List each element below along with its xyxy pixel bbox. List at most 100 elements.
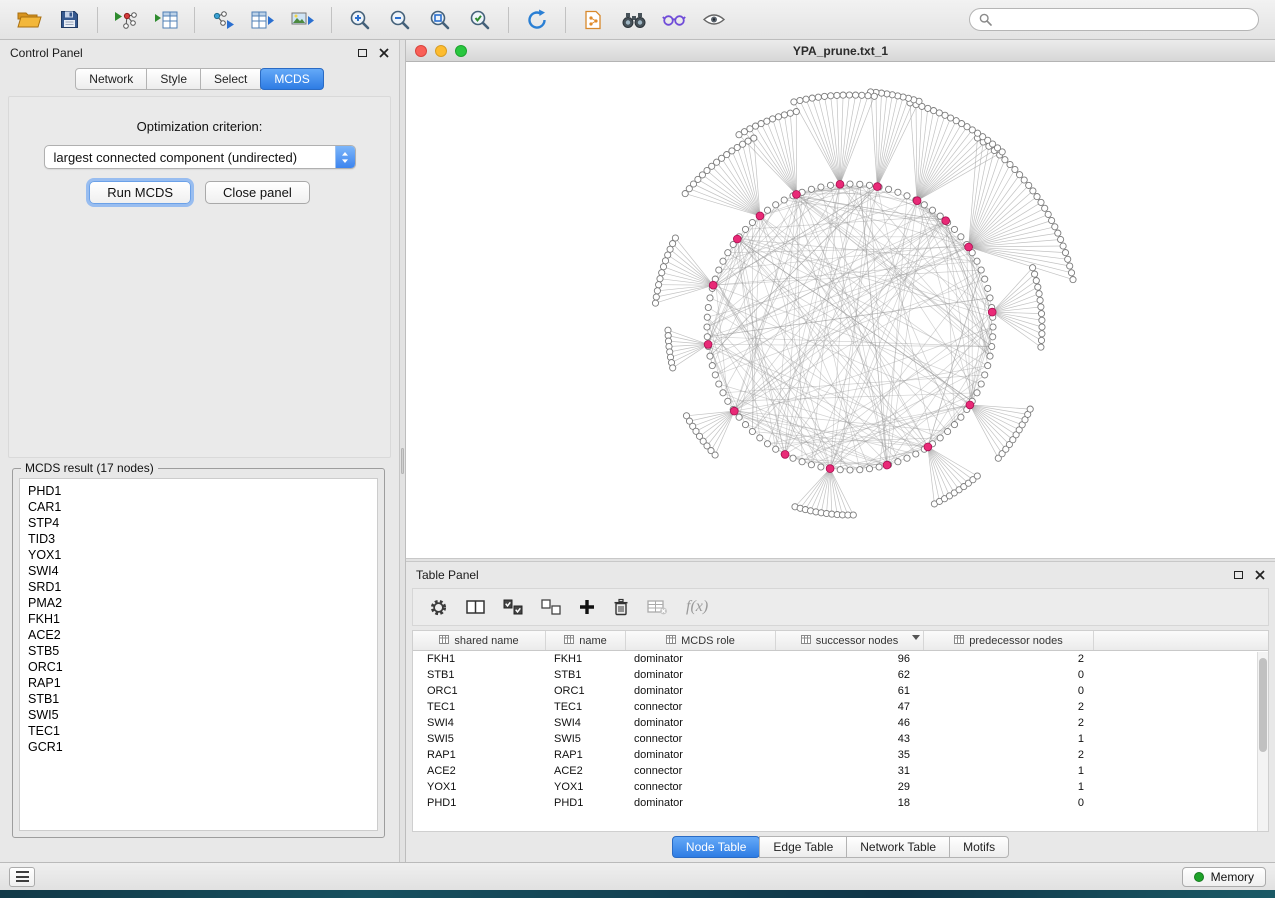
column-label: shared name	[454, 635, 518, 647]
show-columns-button[interactable]	[466, 593, 485, 621]
glasses-icon	[662, 12, 686, 27]
table-row[interactable]: PHD1PHD1dominator180	[413, 795, 1268, 811]
table-panel-title: Table Panel	[416, 568, 479, 582]
search-network-button[interactable]	[615, 4, 653, 36]
task-history-button[interactable]	[9, 867, 35, 887]
float-table-panel-icon[interactable]	[1234, 571, 1243, 579]
table-cell: 61	[776, 685, 924, 697]
mcds-result-item[interactable]: PMA2	[20, 595, 377, 611]
table-row[interactable]: STB1STB1dominator620	[413, 667, 1268, 683]
delete-column-button[interactable]	[613, 593, 629, 621]
network-canvas[interactable]	[406, 62, 1275, 558]
tab-mcds[interactable]: MCDS	[260, 68, 323, 90]
table-row[interactable]: SWI5SWI5connector431	[413, 731, 1268, 747]
maximize-window-icon[interactable]	[455, 45, 467, 57]
close-table-panel-icon[interactable]	[1255, 570, 1265, 580]
table-row[interactable]: ACE2ACE2connector311	[413, 763, 1268, 779]
sort-menu-icon[interactable]	[912, 635, 920, 640]
tab-style[interactable]: Style	[146, 68, 201, 90]
save-session-button[interactable]	[50, 4, 88, 36]
table-scrollbar[interactable]	[1257, 652, 1268, 831]
open-session-button[interactable]	[10, 4, 48, 36]
dropdown-arrows-icon	[335, 146, 355, 168]
control-panel: Control Panel NetworkStyleSelectMCDS Opt…	[0, 40, 400, 862]
toolbar-separator	[194, 7, 195, 33]
column-header-successor-nodes[interactable]: successor nodes	[776, 631, 924, 650]
column-settings-button[interactable]	[429, 593, 448, 621]
tab-network[interactable]: Network	[75, 68, 147, 90]
zoom-selected-button[interactable]	[461, 4, 499, 36]
share-document-button[interactable]	[575, 4, 613, 36]
mcds-result-item[interactable]: STB5	[20, 643, 377, 659]
tab-select[interactable]: Select	[200, 68, 261, 90]
column-header-name[interactable]: name	[546, 631, 626, 650]
column-header-mcds-role[interactable]: MCDS role	[626, 631, 776, 650]
mcds-result-item[interactable]: ACE2	[20, 627, 377, 643]
refresh-layout-button[interactable]	[518, 4, 556, 36]
mcds-result-item[interactable]: SRD1	[20, 579, 377, 595]
minimize-window-icon[interactable]	[435, 45, 447, 57]
select-all-columns-button[interactable]	[503, 593, 523, 621]
mcds-result-item[interactable]: STB1	[20, 691, 377, 707]
status-bar: Memory	[0, 862, 1275, 890]
create-column-button[interactable]	[579, 593, 595, 621]
zoom-fit-button[interactable]	[421, 4, 459, 36]
import-network-button[interactable]	[107, 4, 145, 36]
mcds-result-item[interactable]: SWI4	[20, 563, 377, 579]
close-panel-icon[interactable]	[379, 48, 389, 58]
mcds-result-item[interactable]: YOX1	[20, 547, 377, 563]
mcds-result-item[interactable]: GCR1	[20, 739, 377, 755]
table-row[interactable]: SWI4SWI4dominator462	[413, 715, 1268, 731]
tab-motifs[interactable]: Motifs	[949, 836, 1009, 858]
mcds-result-item[interactable]: TEC1	[20, 723, 377, 739]
column-header-predecessor-nodes[interactable]: predecessor nodes	[924, 631, 1094, 650]
export-network-button[interactable]	[204, 4, 242, 36]
show-details-button[interactable]	[695, 4, 733, 36]
table-cell: FKH1	[546, 653, 626, 665]
mcds-result-item[interactable]: FKH1	[20, 611, 377, 627]
mcds-result-item[interactable]: RAP1	[20, 675, 377, 691]
run-mcds-button[interactable]: Run MCDS	[89, 181, 191, 204]
mcds-result-item[interactable]: TID3	[20, 531, 377, 547]
criterion-dropdown[interactable]: largest connected component (undirected)	[44, 145, 356, 169]
delete-table-button[interactable]	[647, 593, 668, 621]
import-table-button[interactable]	[147, 4, 185, 36]
tab-edge-table[interactable]: Edge Table	[759, 836, 847, 858]
table-row[interactable]: RAP1RAP1dominator352	[413, 747, 1268, 763]
zoom-in-button[interactable]	[341, 4, 379, 36]
mcds-result-item[interactable]: CAR1	[20, 499, 377, 515]
mcds-result-item[interactable]: STP4	[20, 515, 377, 531]
table-scrollbar-thumb[interactable]	[1259, 658, 1267, 752]
search-icon	[979, 13, 992, 26]
search-box[interactable]	[969, 8, 1259, 31]
close-mcds-panel-button[interactable]: Close panel	[205, 181, 310, 204]
mcds-result-item[interactable]: ORC1	[20, 659, 377, 675]
mcds-result-list[interactable]: PHD1CAR1STP4TID3YOX1SWI4SRD1PMA2FKH1ACE2…	[19, 478, 378, 831]
table-row[interactable]: YOX1YOX1connector291	[413, 779, 1268, 795]
tab-network-table[interactable]: Network Table	[846, 836, 950, 858]
mcds-result-item[interactable]: SWI5	[20, 707, 377, 723]
hide-details-button[interactable]	[655, 4, 693, 36]
tab-node-table[interactable]: Node Table	[672, 836, 761, 858]
table-cell: RAP1	[413, 749, 546, 761]
unselect-all-columns-button[interactable]	[541, 593, 561, 621]
close-window-icon[interactable]	[415, 45, 427, 57]
criterion-selected-value: largest connected component (undirected)	[45, 150, 335, 165]
memory-button[interactable]: Memory	[1182, 867, 1266, 887]
table-row[interactable]: ORC1ORC1dominator610	[413, 683, 1268, 699]
export-image-button[interactable]	[284, 4, 322, 36]
column-header-shared-name[interactable]: shared name	[413, 631, 546, 650]
float-panel-icon[interactable]	[358, 49, 367, 57]
vertical-splitter[interactable]	[400, 40, 406, 862]
column-label: name	[579, 635, 607, 647]
search-input[interactable]	[998, 13, 1249, 27]
table-row[interactable]: FKH1FKH1dominator962	[413, 651, 1268, 667]
function-builder-button[interactable]: f(x)	[686, 593, 708, 621]
zoom-out-button[interactable]	[381, 4, 419, 36]
export-table-button[interactable]	[244, 4, 282, 36]
table-row[interactable]: TEC1TEC1connector472	[413, 699, 1268, 715]
mcds-result-item[interactable]: PHD1	[20, 483, 377, 499]
splitter-grip[interactable]	[401, 448, 404, 474]
table-cell: 35	[776, 749, 924, 761]
table-cell: 96	[776, 653, 924, 665]
